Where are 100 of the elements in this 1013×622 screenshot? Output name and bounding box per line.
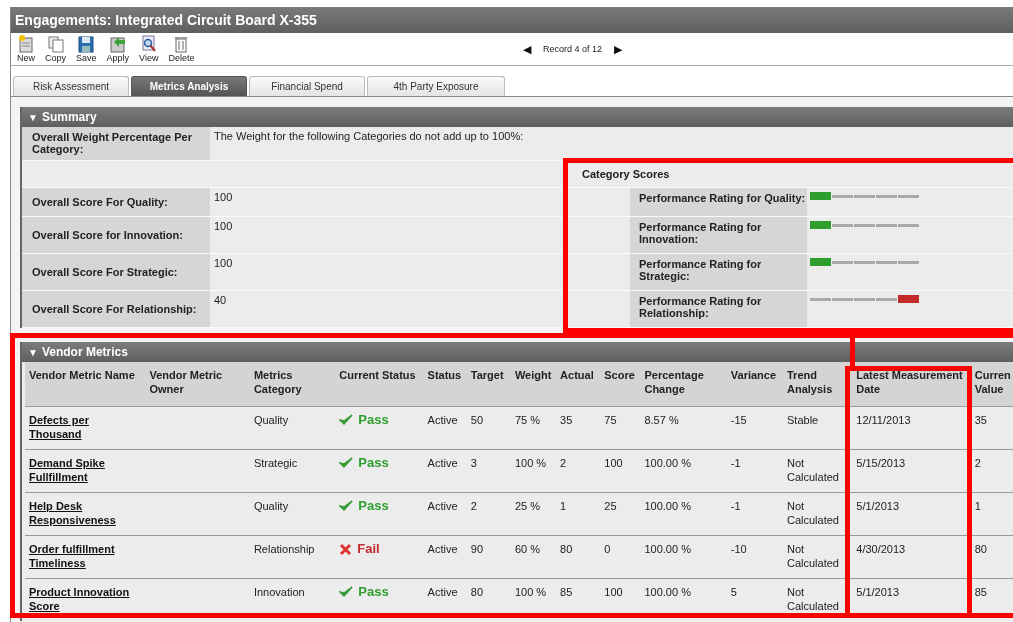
table-cell: Quality [253, 500, 289, 512]
toolbar-button[interactable]: Delete [164, 35, 199, 63]
table-cell: 35 [974, 414, 987, 426]
rating-label: Performance Rating for Relationship: [630, 291, 807, 327]
field-label: Overall Weight Percentage Per Category: [22, 127, 210, 160]
table-cell: 80 [974, 543, 987, 555]
column-header: Current Status [335, 362, 424, 407]
rating-label: Performance Rating for Innovation: [630, 217, 807, 253]
table-cell: 25 [604, 500, 617, 512]
table-cell: -1 [730, 500, 741, 512]
column-header: Metrics Category [249, 362, 336, 407]
previous-record-button[interactable]: ◀ [523, 42, 531, 56]
table-cell: 85 [560, 586, 573, 598]
table-cell: 8.57 % [644, 414, 679, 426]
column-header: Target [466, 362, 511, 407]
check-icon [339, 457, 354, 469]
category-scores-title: Category Scores [582, 168, 670, 180]
table-cell: Not Calculated [787, 457, 839, 483]
table-cell: 25 % [514, 500, 540, 512]
column-header: Vendor Metric Name [25, 362, 146, 407]
table-cell: Not Calculated [787, 543, 839, 569]
column-header: Score [600, 362, 641, 407]
result-status: Pass [339, 499, 389, 513]
table-cell: 85 [974, 586, 987, 598]
metric-link[interactable]: Defects per Thousand [29, 413, 143, 441]
table-cell: 100.00 % [644, 457, 691, 469]
table-cell: 75 [604, 414, 617, 426]
table-cell: -1 [730, 457, 741, 469]
table-cell: Strategic [253, 457, 298, 469]
table-cell: 5/1/2013 [856, 586, 900, 598]
table-cell: 100.00 % [644, 543, 691, 555]
table-cell: 2 [560, 457, 567, 469]
table-cell: Active [427, 414, 458, 426]
field-value: 100 [213, 219, 234, 234]
table-cell: -10 [730, 543, 747, 555]
metric-link[interactable]: Demand Spike Fullfillment [29, 456, 143, 484]
table-cell: Not Calculated [787, 500, 839, 526]
result-status: Pass [339, 413, 389, 427]
window-title: Engagements: Integrated Circuit Board X-355 [15, 12, 317, 28]
table-cell: 35 [560, 414, 573, 426]
table-cell: 0 [604, 543, 611, 555]
table-cell: 5 [730, 586, 737, 598]
table-cell: 4/30/2013 [856, 543, 906, 555]
table-cell: 2 [470, 500, 477, 512]
check-icon [339, 500, 354, 512]
result-status: Pass [339, 585, 389, 599]
check-icon [339, 586, 354, 598]
table-cell: Active [427, 543, 458, 555]
tab[interactable]: Metrics Analysis [131, 76, 247, 96]
column-header: Variance [726, 362, 783, 407]
table-cell: 100 [604, 586, 623, 598]
floppy-icon [78, 35, 95, 53]
table-cell: 5/1/2013 [856, 500, 900, 512]
table-cell: 90 [470, 543, 483, 555]
table-cell: 75 % [514, 414, 540, 426]
section-header[interactable]: ▼ Summary [22, 107, 1013, 127]
rating-label: Performance Rating for Strategic: [630, 254, 807, 290]
tab[interactable]: Financial Spend [249, 76, 365, 96]
table-cell: 100 % [514, 457, 547, 469]
table-cell: -15 [730, 414, 747, 426]
table-cell: Active [427, 457, 458, 469]
table-cell: 100 % [514, 586, 547, 598]
cross-icon [339, 542, 353, 556]
record-counter: Record 4 of 12 [543, 44, 603, 54]
copy-icon [47, 35, 64, 53]
tab[interactable]: Risk Assessment [13, 76, 129, 96]
table-cell: Active [427, 500, 458, 512]
table-cell: 2 [974, 457, 981, 469]
toolbar-button[interactable]: New [13, 35, 39, 63]
toolbar-button[interactable]: Apply [102, 35, 134, 63]
metric-link[interactable]: Product Innovation Score [29, 585, 143, 613]
table-cell: Relationship [253, 543, 315, 555]
table-cell: 100 [604, 457, 623, 469]
metric-link[interactable]: Help Desk Responsiveness [29, 499, 143, 527]
field-label: Overall Score for Innovation: [22, 217, 210, 253]
field-label: Overall Score For Strategic: [22, 254, 210, 290]
table-cell: 80 [560, 543, 573, 555]
table-cell: 50 [470, 414, 483, 426]
tab[interactable]: 4th Party Exposure [367, 76, 505, 96]
column-header: Vendor Metric Owner [145, 362, 250, 407]
field-label: Overall Score For Relationship: [22, 291, 210, 327]
toolbar-button[interactable]: Save [72, 35, 101, 63]
table-cell: 12/11/2013 [856, 414, 911, 426]
table-cell: Quality [253, 414, 289, 426]
field-value: 100 [213, 190, 234, 205]
table-cell: Active [427, 586, 458, 598]
field-value: 100 [213, 256, 234, 271]
column-header: Status [423, 362, 467, 407]
field-label: Overall Score For Quality: [22, 188, 210, 216]
metric-link[interactable]: Order fulfillment Timeliness [29, 542, 143, 570]
column-header: Curren Value [970, 362, 1013, 407]
column-header: Actual [556, 362, 601, 407]
section-header[interactable]: ▼ Vendor Metrics [22, 342, 1013, 362]
table-cell: 100.00 % [644, 586, 691, 598]
toolbar-button[interactable]: View [135, 35, 163, 63]
toolbar-button[interactable]: Copy [41, 35, 71, 63]
result-status: Pass [339, 456, 389, 470]
table-cell: Innovation [253, 586, 305, 598]
trash-icon [174, 35, 189, 53]
next-record-button[interactable]: ▶ [614, 42, 623, 56]
